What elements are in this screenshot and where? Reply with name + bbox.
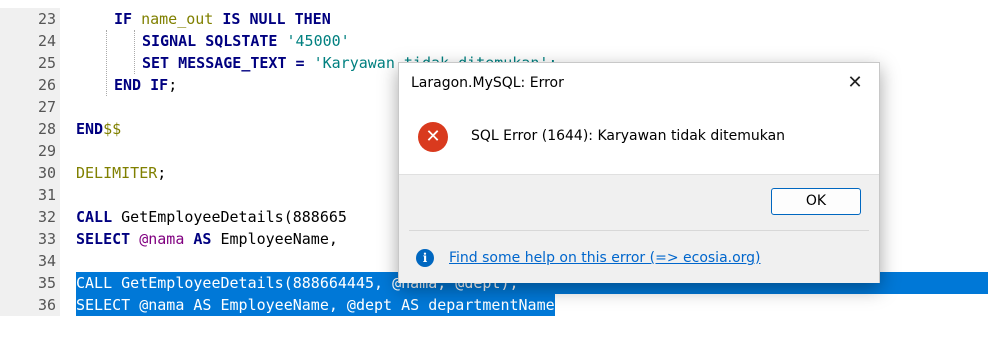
line-number: 33 [0, 228, 60, 250]
help-link[interactable]: Find some help on this error (=> ecosia.… [449, 250, 761, 266]
code-text: IF name_out IS NULL THEN [114, 10, 331, 28]
line-number: 26 [0, 74, 60, 96]
line-number: 35 [0, 272, 60, 294]
dialog-footer: OK i Find some help on this error (=> ec… [399, 174, 879, 283]
line-number: 34 [0, 250, 60, 272]
line-number: 32 [0, 206, 60, 228]
code-text: END$$ [76, 120, 122, 138]
line-number: 27 [0, 96, 60, 118]
code-text: END IF; [114, 76, 178, 94]
code-text: SELECT @nama AS EmployeeName, [76, 230, 338, 248]
code-text: SIGNAL SQLSTATE '45000' [142, 32, 350, 50]
error-message: SQL Error (1644): Karyawan tidak ditemuk… [471, 128, 786, 144]
footer-divider [409, 230, 869, 231]
code-line[interactable]: 36 SELECT @nama AS EmployeeName, @dept AS… [0, 294, 988, 316]
line-number: 23 [0, 8, 60, 30]
ok-button[interactable]: OK [771, 188, 861, 215]
close-icon[interactable]: ✕ [841, 69, 869, 97]
code-line[interactable]: 24 SIGNAL SQLSTATE '45000' [0, 30, 988, 52]
error-dialog: Laragon.MySQL: Error ✕ ✕ SQL Error (1644… [398, 62, 880, 283]
error-icon: ✕ [418, 122, 448, 152]
line-number: 29 [0, 140, 60, 162]
dialog-title: Laragon.MySQL: Error [411, 75, 564, 91]
line-number: 30 [0, 162, 60, 184]
line-number: 31 [0, 184, 60, 206]
line-number: 36 [0, 294, 60, 316]
code-text: SELECT @nama AS EmployeeName, @dept AS d… [76, 294, 555, 316]
indent-guide [106, 30, 107, 96]
code-line[interactable]: 23 IF name_out IS NULL THEN [0, 8, 988, 30]
line-number: 25 [0, 52, 60, 74]
code-text: CALL GetEmployeeDetails(888665 [76, 208, 347, 226]
indent-guide [134, 30, 135, 74]
line-number: 24 [0, 30, 60, 52]
info-icon: i [416, 249, 434, 267]
code-text: DELIMITER; [76, 164, 167, 182]
line-number: 28 [0, 118, 60, 140]
